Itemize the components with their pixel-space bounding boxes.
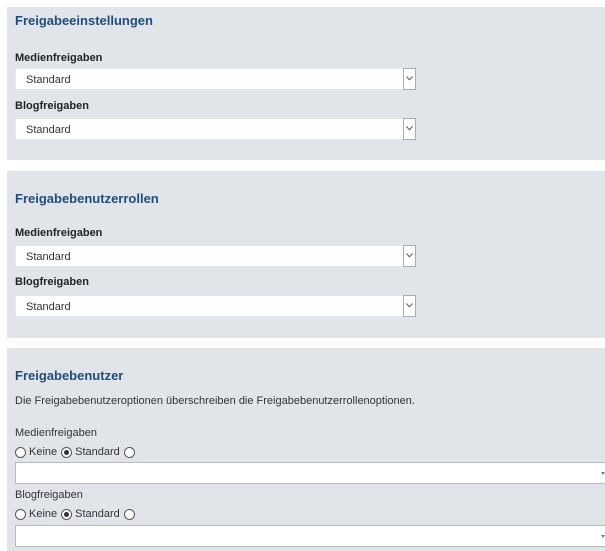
sharing-settings-panel: Freigabeeinstellungen Medienfreigaben St…	[7, 7, 605, 160]
section-title: Freigabebenutzer	[15, 368, 124, 383]
media-shares-value: Standard	[26, 251, 71, 263]
chevron-down-icon[interactable]	[601, 472, 605, 475]
radio-custom[interactable]	[123, 508, 135, 520]
radio-custom[interactable]	[123, 446, 135, 458]
media-shares-label: Medienfreigaben	[15, 227, 103, 239]
radio-standard[interactable]	[61, 446, 73, 458]
radio-none-label: Keine	[29, 508, 58, 520]
media-shares-radio-group: Keine Standard	[15, 445, 142, 459]
blog-shares-select[interactable]: Standard	[15, 295, 416, 317]
sharing-users-panel: Freigabebenutzer Die Freigabebenutzeropt…	[7, 348, 605, 551]
radio-standard-label: Standard	[75, 446, 120, 458]
media-shares-user-select[interactable]	[15, 462, 605, 484]
sharing-user-roles-panel: Freigabebenutzerrollen Medienfreigaben S…	[7, 171, 605, 338]
blog-shares-label: Blogfreigaben	[15, 276, 89, 288]
radio-standard-label: Standard	[75, 508, 120, 520]
blog-shares-value: Standard	[26, 124, 71, 136]
blog-shares-label: Blogfreigaben	[15, 489, 83, 501]
section-title: Freigabeeinstellungen	[15, 13, 153, 28]
media-shares-select[interactable]: Standard	[15, 68, 416, 90]
section-title: Freigabebenutzerrollen	[15, 191, 159, 206]
blog-shares-label: Blogfreigaben	[15, 100, 89, 112]
chevron-down-icon[interactable]	[403, 118, 416, 140]
blog-shares-value: Standard	[26, 301, 71, 313]
chevron-down-icon[interactable]	[403, 68, 416, 90]
chevron-down-icon[interactable]	[403, 245, 416, 267]
media-shares-value: Standard	[26, 74, 71, 86]
radio-none[interactable]	[15, 446, 26, 458]
blog-shares-radio-group: Keine Standard	[15, 507, 142, 521]
radio-none-label: Keine	[29, 446, 58, 458]
radio-none[interactable]	[15, 508, 26, 520]
media-shares-label: Medienfreigaben	[15, 52, 103, 64]
section-description: Die Freigabebenutzeroptionen überschreib…	[15, 395, 415, 407]
radio-standard[interactable]	[61, 508, 73, 520]
chevron-down-icon[interactable]	[601, 535, 605, 538]
chevron-down-icon[interactable]	[403, 295, 416, 317]
media-shares-label: Medienfreigaben	[15, 427, 97, 439]
media-shares-select[interactable]: Standard	[15, 245, 416, 267]
blog-shares-select[interactable]: Standard	[15, 118, 416, 140]
blog-shares-user-select[interactable]	[15, 525, 605, 547]
